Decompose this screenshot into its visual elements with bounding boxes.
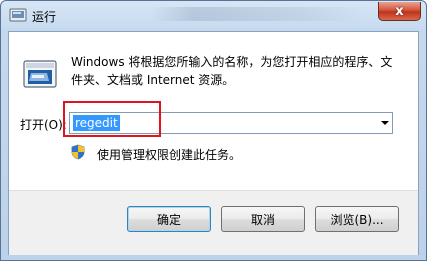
window-title: 运行 <box>32 10 57 24</box>
uac-shield-icon <box>71 144 85 160</box>
run-icon <box>23 60 57 88</box>
close-icon: x <box>395 3 404 19</box>
title-bar[interactable]: 运行 x <box>1 1 426 31</box>
open-label: 打开(O): <box>20 118 67 132</box>
dialog-body: Windows 将根据您所输入的名称，为您打开相应的程序、文件夹、文档或 Int… <box>8 31 419 255</box>
run-dialog-window: 运行 x Windows 将根据您所输入的名称，为您打开相应的程序、文件夹、文档… <box>0 0 427 261</box>
browse-button[interactable]: 浏览(B)... <box>315 206 399 232</box>
run-icon <box>9 8 27 22</box>
ok-button[interactable]: 确定 <box>127 206 211 232</box>
cancel-button[interactable]: 取消 <box>221 206 305 232</box>
admin-privileges-note: 使用管理权限创建此任务。 <box>97 148 242 162</box>
red-highlight-annotation <box>63 101 161 137</box>
close-button[interactable]: x <box>378 2 421 21</box>
blurred-background-text <box>151 7 366 21</box>
chevron-down-icon[interactable] <box>381 121 389 125</box>
dialog-description: Windows 将根据您所输入的名称，为您打开相应的程序、文件夹、文档或 Int… <box>71 55 393 87</box>
